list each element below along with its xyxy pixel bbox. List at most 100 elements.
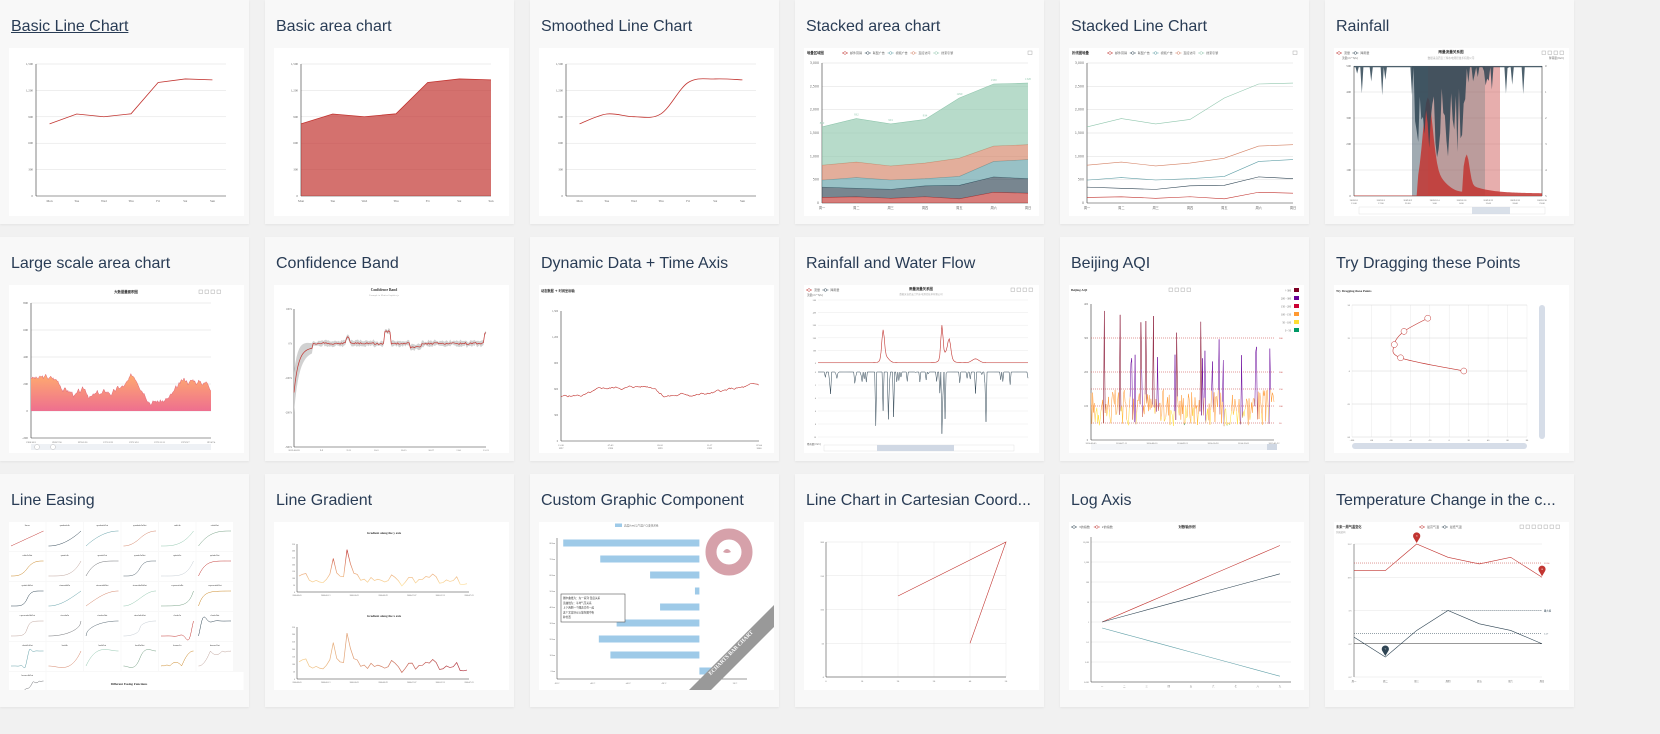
example-card-line-log[interactable]: Log Axis 3的指数 2的指数 对数轴示例 0.001 0.01 0.1 1 10 100 1… (1060, 474, 1309, 707)
example-title-link[interactable]: Rainfall (1336, 16, 1564, 38)
x-tick-label: 2000-06-29 (378, 595, 387, 597)
x-tick-label: 周日 (1290, 205, 1296, 210)
x-tick-label: 三 (1145, 685, 1148, 688)
axis-name: 流量(m^3/s) (1342, 56, 1358, 60)
x-tick-label: 80 (1526, 439, 1529, 442)
example-title-link[interactable]: Smoothed Line Chart (541, 16, 769, 38)
legend-item: 流量 (1344, 50, 1350, 55)
example-title-link[interactable]: Beijing AQI (1071, 253, 1299, 275)
example-card-confidence-band[interactable]: Confidence Band Confidence Band Example in… (265, 237, 514, 461)
example-thumbnail[interactable]: 流量 降雨量 雨量流量关系图 数据来自西安兰特水电测控技术有限公司 流量(m^3/s) 降… (1334, 48, 1569, 216)
example-card-area-rainfall[interactable]: Rainfall 流量 降雨量 雨量流量关系图 数据来自西安兰特水电测控技术有限公司 流量… (1325, 0, 1574, 224)
y-tick-label: 2,500 (810, 84, 819, 88)
example-card-grid-multiple[interactable]: Rainfall and Water Flow 流量 降雨量 雨量流量关系图 数据来自西… (795, 237, 1044, 461)
example-card-line-easing[interactable]: Line Easing linear quadraticIn quadraticOut… (0, 474, 249, 707)
y-tick-label: 1,200 (552, 336, 559, 339)
aqi-segment (1248, 398, 1251, 420)
x-tick-label: 20 (1467, 439, 1470, 442)
easing-label: linear (25, 525, 30, 527)
example-title-link[interactable]: Basic Line Chart (11, 16, 239, 38)
example-card-area-simple[interactable]: Large scale area chart 大数据量面积图 -200 0 200 400… (0, 237, 249, 461)
y-tick-label: 8 (815, 424, 817, 426)
example-thumbnail[interactable]: Beijing AQI > 300 200 - 300 150 - 200 100 - … (1069, 285, 1304, 453)
aqi-segment (1128, 408, 1130, 426)
example-thumbnail[interactable]: 动态数据 + 时间坐标轴 0 300 600 900 1,200 1,500 11-20 199… (539, 285, 774, 453)
aqi-segment (1213, 392, 1216, 423)
example-thumbnail[interactable]: 0 10 20 30 40 50 0 50 100 150 200 (804, 522, 1039, 690)
example-title-link[interactable]: Custom Graphic Component (541, 490, 769, 512)
example-thumbnail[interactable]: 0 300 600 900 1,200 1,500 Mon Tue Wed Thu Fri Sat Su… (9, 48, 244, 216)
example-title-link[interactable]: Rainfall and Water Flow (806, 253, 1034, 275)
note-text: 图中曲线为：左一系列 温度关系 (563, 596, 601, 600)
example-thumbnail[interactable]: 未来一周气温变化 纯属虚构 最高气温 最低气温 -5°C 0°C 5°C 10°C 15°C 12… (1334, 522, 1569, 690)
example-thumbnail[interactable]: Confidence Band Example in MetricsGraphic… (274, 285, 509, 453)
example-title-link[interactable]: Temperature Change in the c... (1336, 490, 1564, 512)
example-card-line-gradient[interactable]: Line Gradient Gradient along the y axis 0 5… (265, 474, 514, 707)
example-card-dynamic-data2[interactable]: Dynamic Data + Time Axis 动态数据 + 时间坐标轴 0 300… (530, 237, 779, 461)
example-card-line-graphic[interactable]: Custom Graphic Component 高度(km)与气温(°C)变化关… (530, 474, 779, 707)
x-tick-label: Wed (361, 199, 367, 203)
example-title-link[interactable]: Stacked area chart (806, 16, 1034, 38)
x-tick-label: Sat (713, 199, 717, 203)
example-thumbnail[interactable]: Gradient along the y axis 0 50 100 150 200 250… (274, 522, 509, 690)
y-tick-label: 150 (820, 575, 824, 578)
x-tick-label: 二 (1123, 685, 1126, 688)
example-thumbnail[interactable]: linear quadraticIn quadraticOut quadraticIn… (9, 522, 244, 690)
toolbox-icon (1525, 524, 1530, 529)
example-title-link[interactable]: Log Axis (1071, 490, 1299, 512)
y-tick-label: -200 (22, 436, 28, 440)
y-tick-label: 900 (28, 115, 33, 119)
example-title-link[interactable]: Basic area chart (276, 16, 504, 38)
example-title-link[interactable]: Try Dragging these Points (1336, 253, 1564, 275)
example-title-link[interactable]: Line Easing (11, 490, 239, 512)
area-fill (301, 78, 491, 196)
example-card-area-stack[interactable]: Stacked area chart 堆叠区域图 邮件营销 联盟广告 视频广告 直接访问 搜… (795, 0, 1044, 224)
example-card-line-stack[interactable]: Stacked Line Chart 折线图堆叠 邮件营销 联盟广告 视频广告 直接访问 搜… (1060, 0, 1309, 224)
aqi-segment (1125, 403, 1128, 420)
example-thumbnail[interactable]: 堆叠区域图 邮件营销 联盟广告 视频广告 直接访问 搜索引擎 0 500 1,000 1,500 2… (804, 48, 1039, 216)
y-tick-label: 400 (23, 355, 28, 359)
example-thumbnail[interactable]: 流量 降雨量 雨量流量关系图 数据来自西安兰特水电测控技术有限公司 流量(m^3/s) 0… (804, 285, 1039, 453)
data-label: 932 (854, 113, 859, 117)
aqi-segment (1221, 401, 1223, 423)
example-card-area-basic[interactable]: Basic area chart 0 300 600 900 1,200 1,500 Mon T… (265, 0, 514, 224)
example-title-link[interactable]: Confidence Band (276, 253, 504, 275)
example-card-line-aqi[interactable]: Beijing AQI Beijing AQI > 300 200 - 300 150 … (1060, 237, 1309, 461)
example-title-link[interactable]: Dynamic Data + Time Axis (541, 253, 769, 275)
y-tick-label: 900 (293, 115, 298, 119)
example-title-link[interactable]: Line Chart in Cartesian Coord... (806, 490, 1034, 512)
aqi-segment (1212, 361, 1214, 413)
example-thumbnail[interactable]: 0 300 600 900 1,200 1,500 Mon Tue Wed Thu Fri Sat Su… (539, 48, 774, 216)
y-tick-label: 100 (1084, 405, 1089, 408)
bar (600, 555, 700, 563)
y-tick-label: 6 (815, 411, 817, 413)
x-tick-label: 1998 (608, 447, 614, 450)
example-card-line-in-cartesian[interactable]: Line Chart in Cartesian Coord... 0 10 20 30 4… (795, 474, 1044, 707)
y-tick-label: 500 (813, 300, 817, 302)
example-thumbnail[interactable]: 大数据量面积图 -200 0 200 400 600 800 1968/10/3 1969/7/… (9, 285, 244, 453)
example-thumbnail[interactable]: 0 300 600 900 1,200 1,500 Mon Tue Wed Thu Fri Sat Su… (274, 48, 509, 216)
x-tick-label: 9-21 (347, 449, 352, 452)
mark-line-label: 1.57 (1544, 632, 1549, 635)
download-icon (1027, 50, 1033, 55)
example-title-link[interactable]: Line Gradient (276, 490, 504, 512)
legend-swatch (1294, 304, 1299, 308)
example-card-line-marker[interactable]: Temperature Change in the c... 未来一周气温变化 纯属… (1325, 474, 1574, 707)
x-tick-label: 2000-06-13 (321, 682, 330, 684)
bar (563, 539, 700, 547)
chart-title: Confidence Band (371, 288, 397, 292)
example-card-line-simple[interactable]: Basic Line Chart 0 300 600 900 1,200 1,500 Mon T… (0, 0, 249, 224)
example-thumbnail[interactable]: 3的指数 2的指数 对数轴示例 0.001 0.01 0.1 1 10 100 1,000 10,0… (1069, 522, 1304, 690)
y-tick-label: 2,000 (810, 108, 819, 112)
series-line (560, 383, 760, 398)
aqi-segment (1175, 332, 1177, 420)
example-title-link[interactable]: Stacked Line Chart (1071, 16, 1299, 38)
y-tick-label: 250 (292, 642, 295, 644)
example-thumbnail[interactable]: 折线图堆叠 邮件营销 联盟广告 视频广告 直接访问 搜索引擎 0 500 1,000 1,500 2… (1069, 48, 1304, 216)
example-thumbnail[interactable]: 高度(km)与气温(°C)变化关系 0 km 10 km 20 km 30 km 40 k… (539, 522, 774, 690)
example-title-link[interactable]: Large scale area chart (11, 253, 239, 275)
example-card-line-draggable[interactable]: Try Dragging these Points Try Dragging th… (1325, 237, 1574, 461)
example-thumbnail[interactable]: Try Dragging these Points -100 -80 -60 -40 -2… (1334, 285, 1569, 453)
y-tick-label: 300 (292, 551, 295, 553)
example-card-line-smooth[interactable]: Smoothed Line Chart 0 300 600 900 1,200 1,500 M… (530, 0, 779, 224)
